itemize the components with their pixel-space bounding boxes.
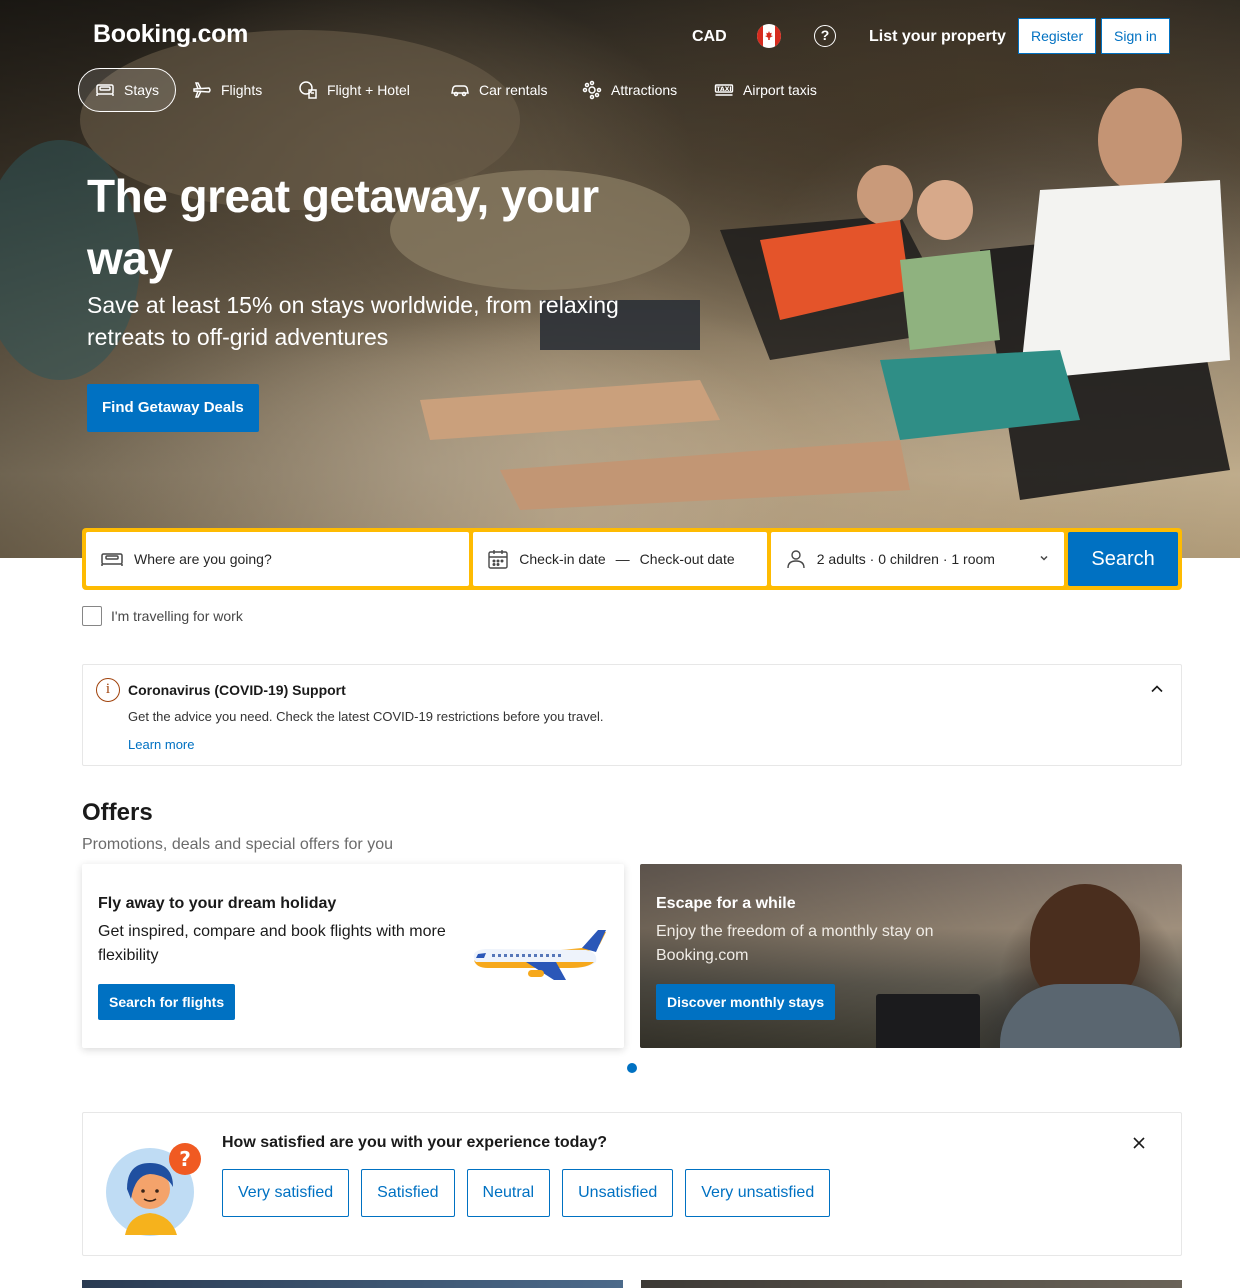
checkout-date[interactable]: Check-out date [640, 551, 735, 567]
offer-text: Enjoy the freedom of a monthly stay on B… [656, 923, 934, 964]
nav-tab-label: Stays [124, 82, 160, 98]
nav-tab-stays[interactable]: Stays [78, 68, 177, 112]
search-button[interactable]: Search [1068, 532, 1178, 586]
svg-text:?: ? [179, 1147, 191, 1171]
close-icon[interactable] [1131, 1135, 1147, 1151]
offer-photo-laptop [876, 994, 980, 1048]
nav-tab-flights[interactable]: Flights [176, 68, 278, 112]
booking-logo[interactable]: Booking.com [93, 20, 248, 49]
nav-tab-attractions[interactable]: Attractions [566, 68, 693, 112]
offer-text: Get inspired, compare and book flights w… [98, 923, 446, 964]
nav-tab-car-rentals[interactable]: Car rentals [434, 68, 563, 112]
carousel-dot[interactable] [627, 1063, 637, 1073]
attractions-icon [582, 80, 602, 100]
next-section-image-right [641, 1280, 1182, 1288]
calendar-icon [487, 548, 509, 570]
work-travel-checkbox[interactable] [82, 606, 102, 626]
info-icon: i [96, 678, 120, 702]
satisfaction-survey: ? How satisfied are you with your experi… [82, 1112, 1182, 1256]
help-icon[interactable]: ? [814, 25, 836, 47]
destination-placeholder: Where are you going? [134, 551, 272, 567]
offer-heading: Fly away to your dream holiday [98, 895, 337, 912]
canada-flag-icon[interactable] [757, 24, 781, 48]
list-property-link[interactable]: List your property [869, 28, 1006, 46]
nav-tab-label: Airport taxis [743, 82, 817, 98]
next-section-image-left [82, 1280, 623, 1288]
nav-tab-flight-hotel[interactable]: Flight + Hotel [282, 68, 426, 112]
nav-tab-label: Attractions [611, 82, 678, 98]
offers-subheading: Promotions, deals and special offers for… [82, 836, 393, 853]
person-icon [785, 548, 807, 570]
survey-option-very-unsatisfied[interactable]: Very unsatisfied [685, 1169, 831, 1217]
offer-heading: Escape for a while [656, 895, 796, 912]
nav-tab-label: Flights [221, 82, 263, 98]
taxi-icon: TAXI [714, 80, 734, 100]
nav-tab-airport-taxis[interactable]: TAXI Airport taxis [698, 68, 833, 112]
plane-icon [192, 80, 212, 100]
survey-option-unsatisfied[interactable]: Unsatisfied [562, 1169, 674, 1217]
survey-option-satisfied[interactable]: Satisfied [361, 1169, 455, 1217]
sign-in-button[interactable]: Sign in [1101, 18, 1170, 54]
learn-more-link[interactable]: Learn more [128, 737, 194, 752]
svg-text:TAXI: TAXI [716, 86, 731, 93]
covid-support-banner: i Coronavirus (COVID-19) Support Get the… [82, 664, 1182, 766]
covid-text: Get the advice you need. Check the lates… [128, 709, 604, 724]
survey-option-very-satisfied[interactable]: Very satisfied [222, 1169, 350, 1217]
car-icon [450, 80, 470, 100]
offers-heading: Offers [82, 799, 153, 826]
nav-tab-label: Flight + Hotel [327, 82, 410, 98]
covid-title: Coronavirus (COVID-19) Support [128, 682, 346, 698]
bed-icon [95, 80, 115, 100]
discover-monthly-stays-button[interactable]: Discover monthly stays [656, 984, 836, 1020]
survey-options: Very satisfied Satisfied Neutral Unsatis… [222, 1169, 831, 1217]
chevron-down-icon [1038, 551, 1050, 567]
chevron-up-icon[interactable] [1149, 681, 1165, 697]
airplane-illustration [473, 930, 606, 980]
hero-subtitle: Save at least 15% on stays worldwide, fr… [87, 292, 619, 350]
survey-option-neutral[interactable]: Neutral [466, 1169, 551, 1217]
flight-hotel-icon [298, 80, 318, 100]
date-range-field[interactable]: Check-in date — Check-out date [473, 532, 767, 586]
register-button[interactable]: Register [1018, 18, 1097, 54]
work-travel-option[interactable]: I'm travelling for work [82, 606, 243, 626]
survey-avatar-illustration: ? [106, 1143, 201, 1236]
nav-tab-label: Car rentals [479, 82, 548, 98]
hero-banner: Booking.com CAD ? List your property Reg… [0, 0, 1240, 558]
hero-title: The great getaway, your way [87, 170, 599, 284]
bed-icon [100, 547, 124, 571]
checkin-date[interactable]: Check-in date [519, 551, 605, 567]
guests-selector[interactable]: 2 adults · 0 children · 1 room [770, 532, 1065, 586]
work-travel-label: I'm travelling for work [111, 608, 243, 624]
date-separator: — [615, 551, 630, 567]
find-getaway-deals-button[interactable]: Find Getaway Deals [87, 384, 259, 432]
guests-summary: 2 adults · 0 children · 1 room [816, 551, 995, 567]
survey-question: How satisfied are you with your experien… [222, 1134, 607, 1151]
destination-field[interactable]: Where are you going? [86, 532, 470, 586]
currency-selector[interactable]: CAD [692, 28, 727, 46]
search-bar: Where are you going? Check-in date — Che… [82, 528, 1182, 590]
offer-card-monthly-stays: Escape for a while Enjoy the freedom of … [640, 864, 1182, 1048]
offer-card-flights: Fly away to your dream holiday Get inspi… [82, 864, 624, 1048]
search-flights-button[interactable]: Search for flights [98, 984, 236, 1020]
